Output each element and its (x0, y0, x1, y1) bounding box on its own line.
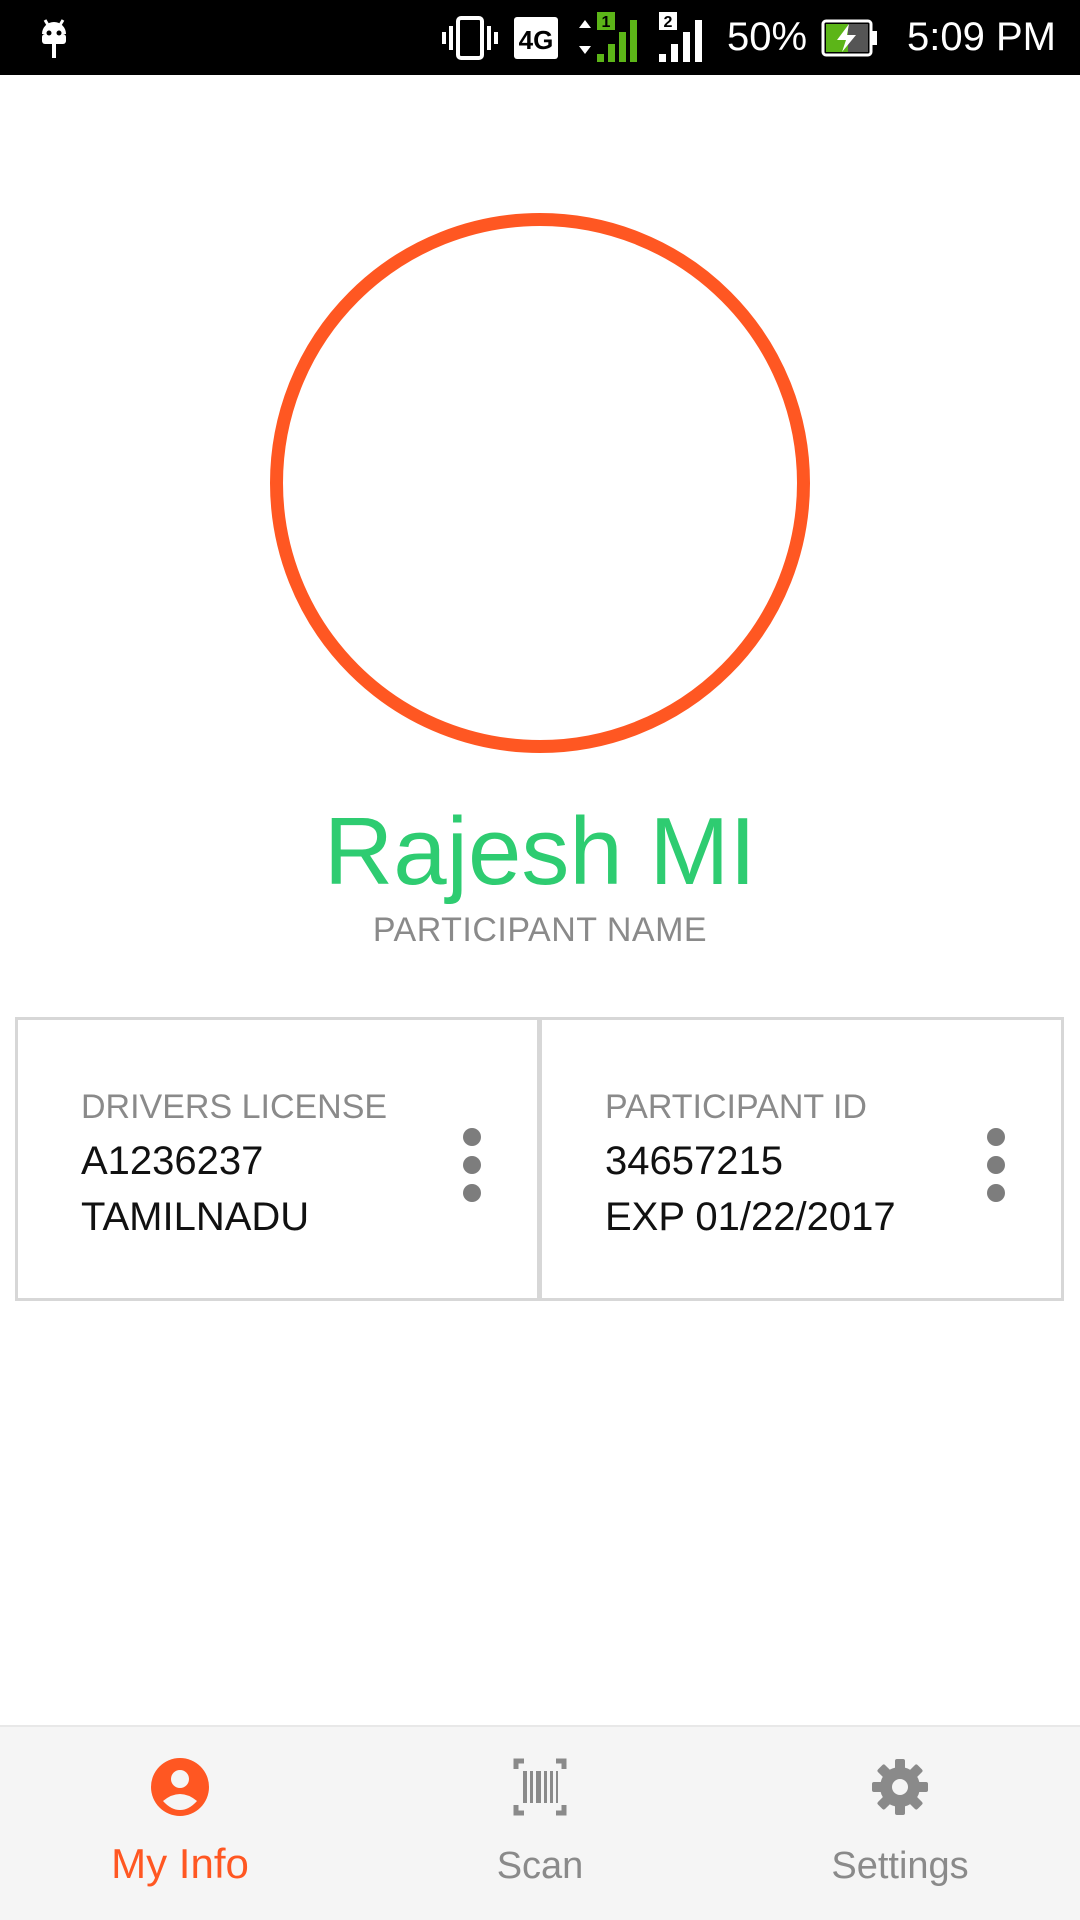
drivers-license-card[interactable]: DRIVERS LICENSE A1236237 TAMILNADU (15, 1017, 540, 1301)
clock: 5:09 PM (907, 15, 1056, 59)
card-label: DRIVERS LICENSE (81, 1088, 388, 1126)
sim1-number: 1 (602, 14, 611, 31)
card-label: PARTICIPANT ID (605, 1088, 867, 1126)
nav-scan[interactable]: Scan (360, 1727, 720, 1920)
sim2-number: 2 (664, 14, 673, 31)
nav-label: Scan (496, 1845, 584, 1887)
android-debug-icon (42, 19, 66, 58)
nav-settings[interactable]: Settings (720, 1727, 1080, 1920)
network-4g-icon: 4G (513, 16, 558, 59)
more-vert-icon[interactable] (461, 1128, 485, 1202)
barcode-icon (513, 1758, 567, 1816)
network-type-label: 4G (519, 25, 554, 55)
license-state: TAMILNADU (81, 1195, 310, 1239)
sim1-signal-icon: 1 (578, 11, 637, 62)
nav-label: Settings (831, 1845, 969, 1887)
account-circle-icon (151, 1758, 209, 1816)
participant-id-number: 34657215 (605, 1139, 783, 1183)
participant-id-card[interactable]: PARTICIPANT ID 34657215 EXP 01/22/2017 (539, 1017, 1064, 1301)
battery-charging-icon (821, 19, 878, 56)
gear-icon (872, 1759, 928, 1815)
participant-name-label: PARTICIPANT NAME (372, 911, 708, 949)
participant-name: Rajesh MI (323, 798, 757, 905)
sim2-signal-icon: 2 (658, 11, 702, 62)
status-bar: 4G 1 2 50% 5:09 PM (0, 0, 1080, 75)
participant-id-expiry: EXP 01/22/2017 (605, 1195, 896, 1239)
nav-label: My Info (111, 1840, 249, 1887)
nav-my-info[interactable]: My Info (0, 1727, 360, 1920)
vibrate-icon (441, 15, 498, 60)
info-cards: DRIVERS LICENSE A1236237 TAMILNADU PARTI… (15, 1017, 1065, 1301)
license-number: A1236237 (81, 1139, 264, 1183)
avatar[interactable] (270, 213, 810, 753)
more-vert-icon[interactable] (985, 1128, 1009, 1202)
bottom-navigation: My Info Scan Settings (0, 1725, 1080, 1920)
battery-percent: 50% (726, 15, 808, 59)
